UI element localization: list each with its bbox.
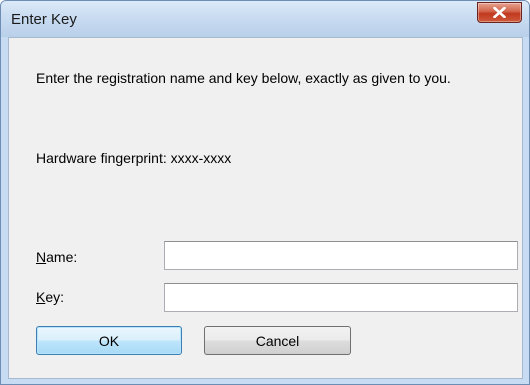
title-bar[interactable]: Enter Key [1,1,529,37]
key-label-text: ey: [45,289,65,305]
name-field[interactable] [164,241,518,270]
fingerprint-value: xxxx-xxxx [170,150,232,166]
key-field[interactable] [164,283,518,312]
enter-key-dialog: Enter Key Enter the registration name an… [0,0,530,385]
window-title: Enter Key [11,11,77,28]
dialog-body: Enter the registration name and key belo… [8,37,523,379]
ok-button[interactable]: OK [36,326,182,355]
close-icon [493,7,506,18]
hardware-fingerprint: Hardware fingerprint: xxxx-xxxx [36,150,231,166]
name-label-text: ame: [46,249,78,265]
key-label-accelerator: K [36,289,46,305]
name-label: Name: [36,249,77,265]
name-label-accelerator: N [36,249,47,265]
close-button[interactable] [477,2,522,23]
key-label: Key: [36,289,64,305]
instructions-text: Enter the registration name and key belo… [36,70,451,86]
fingerprint-label: Hardware fingerprint: [36,150,167,166]
cancel-button[interactable]: Cancel [204,326,351,355]
